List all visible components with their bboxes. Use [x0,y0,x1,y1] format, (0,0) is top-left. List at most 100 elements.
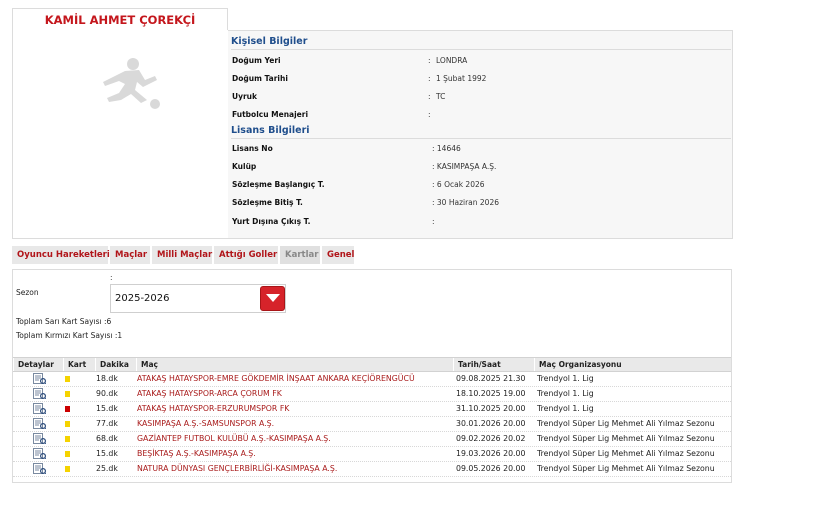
filter-colon: : [110,273,113,282]
table-row: 25.dk NATURA DÜNYASI GENÇLERBİRLİĞİ-KASIM… [13,462,731,477]
personal-info-title: Kişisel Bilgiler [231,36,731,50]
datetime-cell: 09.05.2026 20.00 [456,464,526,473]
season-select[interactable]: 2025-2026 [110,284,286,313]
column-header: Kart [63,358,95,371]
match-link[interactable]: ATAKAŞ HATAYSPOR-ARCA ÇORUM FK [137,387,282,401]
chevron-down-icon[interactable] [260,286,285,311]
info-label: Lisans No [232,144,273,153]
document-detail-icon[interactable] [33,388,46,399]
yellow-card-icon [65,451,70,457]
info-value: : 14646 [432,144,461,153]
document-detail-icon[interactable] [33,373,46,384]
tab-kartlar[interactable]: Kartlar [280,246,320,264]
tab-att-goller[interactable]: Attığı Goller [214,246,278,264]
info-value: : 30 Haziran 2026 [432,198,499,207]
cards-table: Detaylar Kart Dakika Maç Tarih/Saat Maç Organ… [13,357,731,477]
license-info-row: Lisans No : 14646 [232,142,727,156]
yellow-card-icon [65,436,70,442]
organization-cell: Trendyol Süper Lig Mehmet Ali Yılmaz Sez… [537,419,715,428]
column-header: Maç [136,358,453,371]
organization-cell: Trendyol 1. Lig [537,389,594,398]
player-name: KAMİL AHMET ÇOREKÇİ [12,8,228,30]
info-colon: : [428,56,431,65]
table-row: 77.dk KASIMPAŞA A.Ş.-SAMSUNSPOR A.Ş. 30.01… [13,417,731,432]
tab-genel[interactable]: Genel [322,246,354,264]
info-label: Sözleşme Başlangıç T. [232,180,325,189]
personal-info-row: Doğum Tarihi:1 Şubat 1992 [232,72,727,86]
datetime-cell: 19.03.2026 20.00 [456,449,526,458]
info-label: Futbolcu Menajeri [232,110,309,119]
info-value: : [432,217,435,226]
license-info-row: Yurt Dışına Çıkış T.: [232,215,727,229]
column-header: Dakika [95,358,136,371]
document-detail-icon[interactable] [33,433,46,444]
minute-cell: 68.dk [96,434,118,443]
minute-cell: 25.dk [96,464,118,473]
yellow-card-icon [65,376,70,382]
yellow-card-icon [65,391,70,397]
organization-cell: Trendyol Süper Lig Mehmet Ali Yılmaz Sez… [537,464,715,473]
organization-cell: Trendyol Süper Lig Mehmet Ali Yılmaz Sez… [537,449,715,458]
yellow-card-icon [65,421,70,427]
red-card-total: Toplam Kırmızı Kart Sayısı :1 [16,331,123,340]
minute-cell: 77.dk [96,419,118,428]
table-row: 18.dk ATAKAŞ HATAYSPOR-EMRE GÖKDEMİR İNŞA… [13,372,731,387]
column-header: Detaylar [13,358,63,371]
datetime-cell: 30.01.2026 20.00 [456,419,526,428]
license-info-row: Sözleşme Başlangıç T. : 6 Ocak 2026 [232,178,727,192]
player-silhouette-icon [103,58,160,109]
table-row: 15.dk BEŞİKTAŞ A.Ş.-KASIMPAŞA A.Ş. 19.03.2… [13,447,731,462]
info-label: Doğum Tarihi [232,74,288,83]
tab-ma-lar[interactable]: Maçlar [110,246,150,264]
license-info-title: Lisans Bilgileri [231,125,731,139]
info-label: Kulüp [232,162,257,171]
datetime-cell: 31.10.2025 20.00 [456,404,526,413]
match-link[interactable]: NATURA DÜNYASI GENÇLERBİRLİĞİ-KASIMPAŞA … [137,462,337,476]
column-header: Maç Organizasyonu [534,358,731,371]
match-link[interactable]: ATAKAŞ HATAYSPOR-EMRE GÖKDEMİR İNŞAAT AN… [137,372,415,386]
info-value: LONDRA [436,56,468,65]
document-detail-icon[interactable] [33,418,46,429]
table-row: 90.dk ATAKAŞ HATAYSPOR-ARCA ÇORUM FK 18.10… [13,387,731,402]
match-link[interactable]: BEŞİKTAŞ A.Ş.-KASIMPAŞA A.Ş. [137,447,256,461]
datetime-cell: 09.08.2025 21.30 [456,374,526,383]
minute-cell: 15.dk [96,449,118,458]
document-detail-icon[interactable] [33,403,46,414]
table-row: 68.dk GAZİANTEP FUTBOL KULÜBÜ A.Ş.-KASIMP… [13,432,731,447]
document-detail-icon[interactable] [33,463,46,474]
season-value: 2025-2026 [115,293,170,304]
datetime-cell: 09.02.2026 20.02 [456,434,526,443]
minute-cell: 15.dk [96,404,118,413]
personal-info-row: Futbolcu Menajeri: [232,108,727,122]
info-label: Sözleşme Bitiş T. [232,198,303,207]
match-link[interactable]: KASIMPAŞA A.Ş.-SAMSUNSPOR A.Ş. [137,417,274,431]
organization-cell: Trendyol 1. Lig [537,404,594,413]
license-info-row: Kulüp : KASIMPAŞA A.Ş. [232,160,727,174]
datetime-cell: 18.10.2025 19.00 [456,389,526,398]
tab-milli-ma-lar[interactable]: Milli Maçlar [152,246,212,264]
column-header: Tarih/Saat [453,358,534,371]
info-value: : 6 Ocak 2026 [432,180,485,189]
match-link[interactable]: GAZİANTEP FUTBOL KULÜBÜ A.Ş.-KASIMPAŞA A… [137,432,331,446]
season-label: Sezon [16,288,39,297]
info-colon: : [428,110,431,119]
info-label: Uyruk [232,92,258,101]
document-detail-icon[interactable] [33,448,46,459]
info-value: 1 Şubat 1992 [436,74,487,83]
organization-cell: Trendyol Süper Lig Mehmet Ali Yılmaz Sez… [537,434,715,443]
yellow-card-icon [65,466,70,472]
minute-cell: 18.dk [96,374,118,383]
match-link[interactable]: ATAKAŞ HATAYSPOR-ERZURUMSPOR FK [137,402,289,416]
info-colon: : [428,92,431,101]
info-value: TC [436,92,446,101]
license-info-row: Sözleşme Bitiş T. : 30 Haziran 2026 [232,196,727,210]
yellow-card-total: Toplam Sarı Kart Sayısı :6 [16,317,112,326]
table-row: 15.dk ATAKAŞ HATAYSPOR-ERZURUMSPOR FK 31.1… [13,402,731,417]
player-photo-area [12,30,228,239]
personal-info-row: Uyruk: TC [232,90,727,104]
info-colon: : [428,74,431,83]
info-label: Doğum Yeri [232,56,281,65]
personal-info-row: Doğum Yeri: LONDRA [232,54,727,68]
tab-oyuncu-hareketleri[interactable]: Oyuncu Hareketleri [12,246,110,264]
info-value: : KASIMPAŞA A.Ş. [432,162,497,171]
